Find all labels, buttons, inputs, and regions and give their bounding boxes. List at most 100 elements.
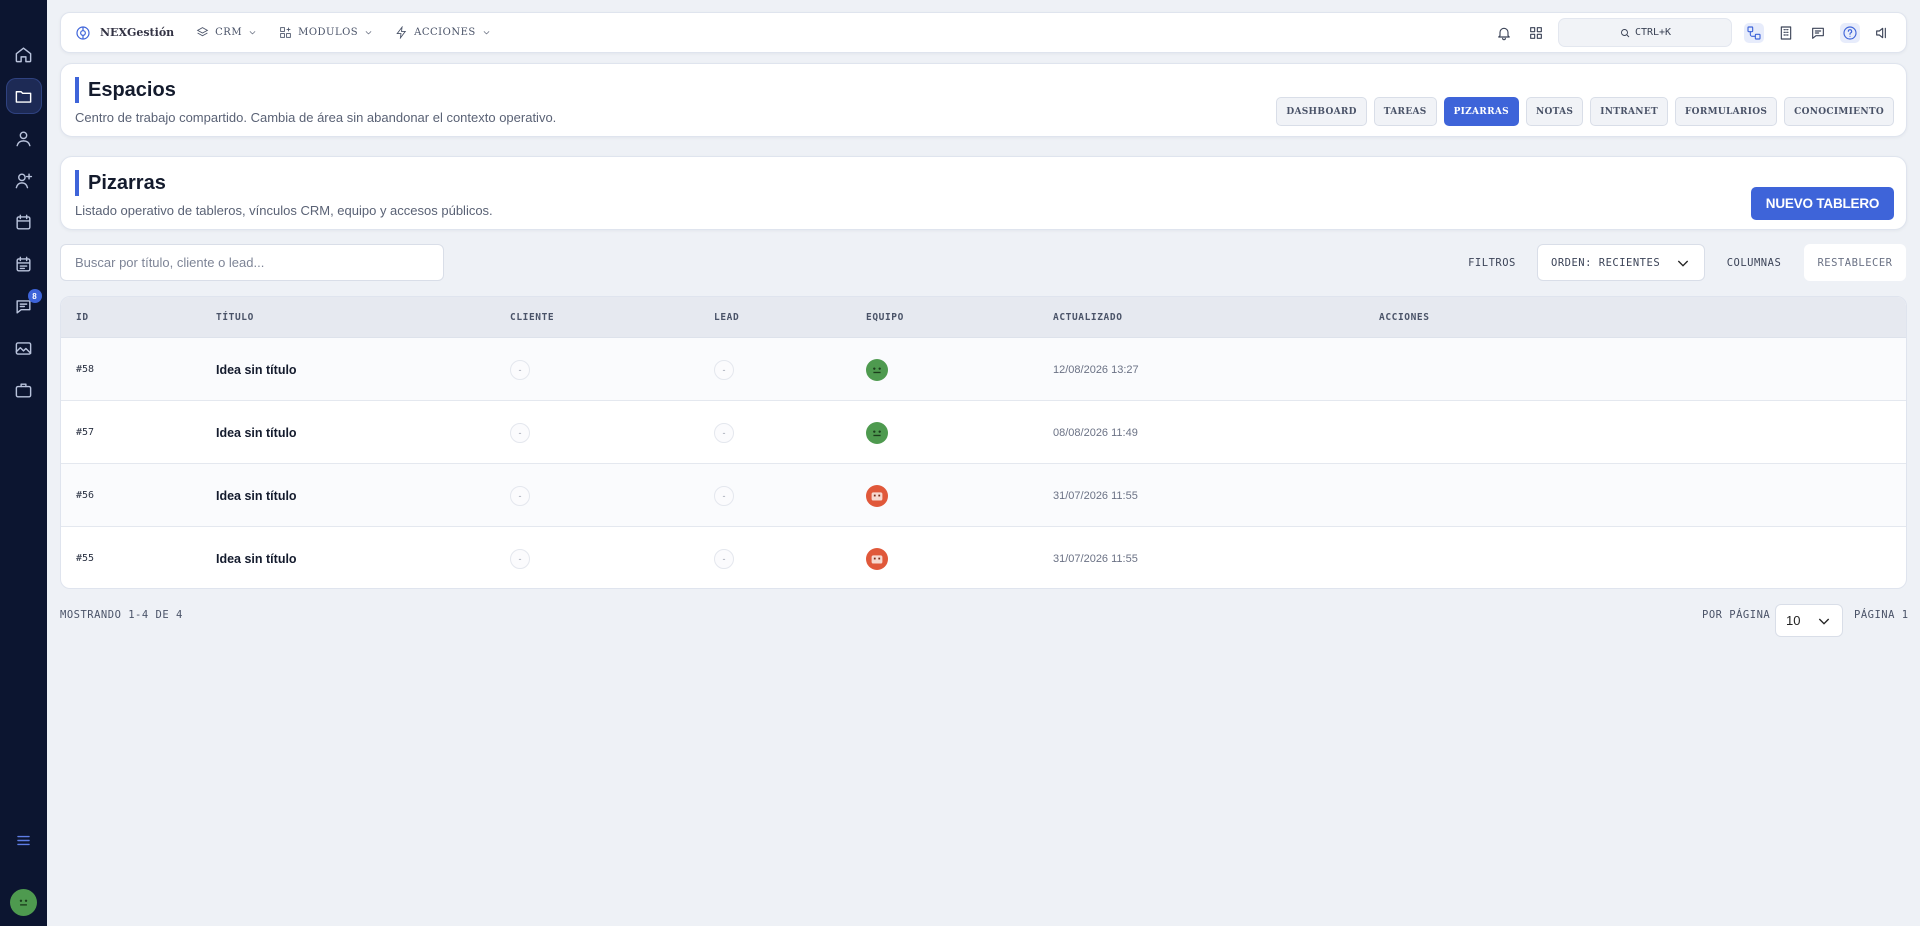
tab-notas[interactable]: NOTAS bbox=[1525, 97, 1584, 126]
user-avatar[interactable] bbox=[10, 889, 37, 916]
bolt-icon bbox=[396, 26, 407, 39]
tab-formularios[interactable]: FORMULARIOS bbox=[1674, 97, 1778, 126]
company-button[interactable] bbox=[1776, 23, 1796, 43]
column-header-id[interactable]: ID bbox=[76, 297, 89, 338]
row-lead: - bbox=[714, 464, 734, 527]
row-updated: 08/08/2026 11:49 bbox=[1053, 426, 1138, 439]
table-row[interactable]: #55 Idea sin título - - 31/07/2026 11:55 bbox=[61, 527, 1906, 588]
column-header-updated[interactable]: ACTUALIZADO bbox=[1053, 297, 1123, 338]
table-header: ID TÍTULO CLIENTE LEAD EQUIPO ACTUALIZAD… bbox=[61, 297, 1906, 338]
new-board-button[interactable]: NUEVO TABLERO bbox=[1751, 187, 1894, 220]
sidebar-item-calendar[interactable] bbox=[6, 204, 42, 240]
sidebar-item-spaces[interactable] bbox=[5, 78, 42, 114]
page-indicator: PÁGINA 1 bbox=[1854, 609, 1909, 621]
columns-button[interactable]: COLUMNAS bbox=[1714, 244, 1794, 281]
lead-empty-chip: - bbox=[714, 548, 734, 569]
modules-icon bbox=[280, 27, 291, 38]
spaces-title: Espacios bbox=[75, 77, 176, 103]
client-empty-chip: - bbox=[510, 548, 530, 569]
column-header-title[interactable]: TÍTULO bbox=[216, 297, 254, 338]
grid-icon bbox=[1530, 26, 1542, 39]
sidebar-item-contacts[interactable] bbox=[6, 120, 42, 156]
sidebar-item-messages[interactable]: 8 bbox=[6, 288, 42, 324]
layers-icon bbox=[196, 27, 209, 37]
sidebar-menu-toggle[interactable] bbox=[6, 822, 42, 858]
row-team bbox=[866, 338, 888, 401]
row-title[interactable]: Idea sin título bbox=[216, 401, 297, 464]
client-empty-chip: - bbox=[510, 359, 530, 380]
chevron-down-icon bbox=[365, 31, 372, 35]
row-title[interactable]: Idea sin título bbox=[216, 527, 297, 588]
nav-crm-label: CRM bbox=[215, 27, 243, 38]
apps-button[interactable] bbox=[1526, 23, 1546, 43]
nav-modules[interactable]: MODULOS bbox=[279, 26, 373, 39]
spaces-tabs: DASHBOARD TAREAS PIZARRAS NOTAS INTRANET… bbox=[1276, 97, 1894, 126]
bell-icon bbox=[1498, 27, 1510, 40]
table-row[interactable]: #56 Idea sin título - - 31/07/2026 11:55 bbox=[61, 464, 1906, 527]
messages-badge: 8 bbox=[27, 289, 42, 303]
row-id: #56 bbox=[76, 490, 95, 501]
tab-conocimiento[interactable]: CONOCIMIENTO bbox=[1784, 97, 1894, 126]
workflow-icon bbox=[1747, 25, 1761, 40]
sidebar-item-projects[interactable] bbox=[6, 372, 42, 408]
row-lead: - bbox=[714, 338, 734, 401]
row-team bbox=[866, 464, 888, 527]
calendar-icon bbox=[16, 214, 31, 230]
order-select-value: ORDEN: RECIENTES bbox=[1551, 256, 1661, 269]
row-title[interactable]: Idea sin título bbox=[216, 338, 297, 401]
messages-button[interactable] bbox=[1808, 23, 1828, 43]
chevron-down-icon bbox=[483, 31, 490, 35]
avatar-face-icon bbox=[873, 429, 881, 436]
tab-tareas[interactable]: TAREAS bbox=[1373, 97, 1437, 126]
lead-empty-chip: - bbox=[714, 359, 734, 380]
per-page-select[interactable]: 10 bbox=[1775, 604, 1843, 637]
menu-icon bbox=[17, 835, 30, 845]
sidebar-item-agenda[interactable] bbox=[6, 246, 42, 282]
sidebar: 8 bbox=[0, 0, 47, 926]
user-plus-icon bbox=[15, 172, 33, 188]
column-header-lead[interactable]: LEAD bbox=[714, 297, 739, 338]
row-id: #58 bbox=[76, 364, 95, 375]
column-header-actions: ACCIONES bbox=[1379, 312, 1430, 323]
avatar-face-icon bbox=[19, 899, 28, 906]
team-avatar[interactable] bbox=[866, 421, 888, 444]
row-title[interactable]: Idea sin título bbox=[216, 464, 297, 527]
notifications-button[interactable] bbox=[1494, 23, 1514, 43]
order-select[interactable]: ORDEN: RECIENTES bbox=[1537, 244, 1705, 281]
command-search-button[interactable]: CTRL+K bbox=[1558, 18, 1732, 47]
filters-button[interactable]: FILTROS bbox=[1453, 244, 1531, 281]
row-updated: 31/07/2026 11:55 bbox=[1053, 552, 1138, 565]
logo-icon bbox=[76, 25, 90, 40]
folder-icon bbox=[15, 90, 32, 103]
tab-pizarras[interactable]: PIZARRAS bbox=[1443, 97, 1519, 126]
sound-button[interactable] bbox=[1872, 23, 1892, 43]
table-row[interactable]: #57 Idea sin título - - 08/08/2026 11:49 bbox=[61, 401, 1906, 464]
pagination-summary: MOSTRANDO 1-4 DE 4 bbox=[60, 609, 183, 621]
sidebar-item-leads[interactable] bbox=[6, 162, 42, 198]
nav-modules-label: MODULOS bbox=[298, 27, 359, 38]
tab-intranet[interactable]: INTRANET bbox=[1590, 97, 1668, 126]
client-empty-chip: - bbox=[510, 422, 530, 443]
workflow-button[interactable] bbox=[1744, 22, 1764, 43]
sidebar-item-gallery[interactable] bbox=[6, 330, 42, 366]
team-avatar[interactable] bbox=[866, 547, 888, 570]
reset-button[interactable]: RESTABLECER bbox=[1804, 244, 1906, 281]
table-row[interactable]: #58 Idea sin título - - 12/08/2026 13:27 bbox=[61, 338, 1906, 401]
tab-dashboard[interactable]: DASHBOARD bbox=[1276, 97, 1367, 126]
row-client: - bbox=[510, 527, 530, 588]
avatar-face-icon bbox=[873, 366, 881, 373]
team-avatar[interactable] bbox=[866, 358, 888, 381]
building-icon bbox=[1780, 25, 1792, 40]
column-header-client[interactable]: CLIENTE bbox=[510, 297, 554, 338]
help-button[interactable] bbox=[1840, 22, 1860, 43]
nav-crm[interactable]: CRM bbox=[196, 26, 257, 39]
nav-actions[interactable]: ACCIONES bbox=[395, 26, 491, 39]
boards-card: Pizarras Listado operativo de tableros, … bbox=[60, 156, 1907, 230]
brand[interactable]: NEXGestión bbox=[75, 25, 174, 41]
team-avatar[interactable] bbox=[866, 484, 888, 507]
row-lead: - bbox=[714, 401, 734, 464]
top-bar: NEXGestión CRM MODULOS ACCIONES CTRL+K bbox=[60, 12, 1907, 53]
sidebar-item-home[interactable] bbox=[6, 36, 42, 72]
column-header-team[interactable]: EQUIPO bbox=[866, 297, 904, 338]
search-input[interactable] bbox=[60, 244, 444, 281]
